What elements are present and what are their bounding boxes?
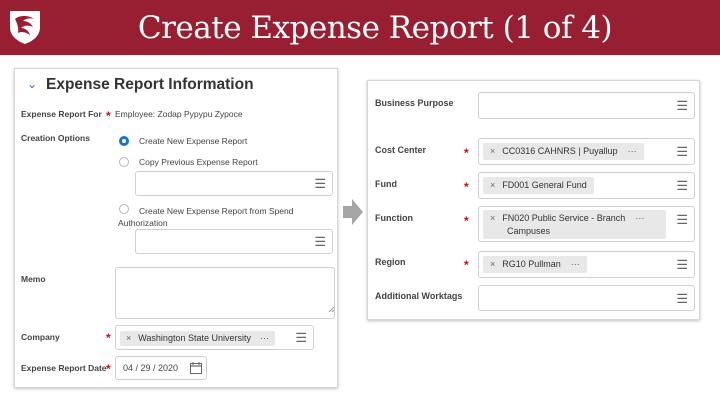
resize-handle-icon[interactable] <box>328 306 335 313</box>
company-input[interactable]: × Washington State University ··· ☰ <box>115 325 314 350</box>
fund-pill[interactable]: × FD001 General Fund <box>483 177 594 194</box>
required-icon: * <box>464 214 469 228</box>
fund-value: FD001 General Fund <box>502 180 587 190</box>
remove-icon[interactable]: × <box>490 146 495 156</box>
company-pill[interactable]: × Washington State University ··· <box>120 331 275 346</box>
section-title: Expense Report Information <box>46 76 254 93</box>
expense-report-for-label: Expense Report For <box>21 109 102 119</box>
prompt-menu-icon[interactable]: ☰ <box>314 177 326 190</box>
more-icon[interactable]: ··· <box>571 259 580 269</box>
more-icon[interactable]: ··· <box>635 213 644 223</box>
function-input[interactable]: × FN020 Public Service - Branch ··· Campus… <box>478 206 695 242</box>
memo-textarea[interactable] <box>115 267 335 319</box>
function-pill[interactable]: × FN020 Public Service - Branch ··· Campus… <box>483 210 666 239</box>
function-label: Function <box>375 213 413 223</box>
radio-create-new[interactable] <box>119 136 129 146</box>
copy-previous-input[interactable]: ☰ <box>135 171 333 196</box>
prompt-menu-icon[interactable]: ☰ <box>314 235 326 248</box>
function-value-line1: FN020 Public Service - Branch <box>502 213 626 223</box>
company-label: Company <box>21 332 60 342</box>
expense-report-date-value: 04 / 29 / 2020 <box>123 363 179 373</box>
creation-options-label: Creation Options <box>21 133 90 143</box>
region-label: Region <box>375 257 406 267</box>
radio-create-new-label: Create New Expense Report <box>139 136 248 146</box>
chevron-down-icon[interactable]: ⌄ <box>27 77 37 91</box>
region-pill[interactable]: × RG10 Pullman ··· <box>483 256 587 273</box>
required-icon: * <box>106 362 111 376</box>
cost-center-input[interactable]: × CC0316 CAHNRS | Puyallup ··· ☰ <box>478 138 695 165</box>
required-icon: * <box>464 180 469 194</box>
required-icon: * <box>464 146 469 160</box>
remove-icon[interactable]: × <box>126 333 131 343</box>
fund-input[interactable]: × FD001 General Fund ☰ <box>478 172 695 199</box>
region-input[interactable]: × RG10 Pullman ··· ☰ <box>478 251 695 278</box>
prompt-menu-icon[interactable]: ☰ <box>295 331 307 344</box>
additional-worktags-input[interactable]: ☰ <box>478 285 695 311</box>
business-purpose-label: Business Purpose <box>375 98 454 108</box>
additional-worktags-label: Additional Worktags <box>375 291 463 301</box>
required-icon: * <box>464 258 469 272</box>
expense-report-date-input[interactable]: 04 / 29 / 2020 <box>115 356 207 380</box>
header-bar: Create Expense Report (1 of 4) <box>0 0 720 55</box>
prompt-menu-icon[interactable]: ☰ <box>676 145 688 158</box>
cost-center-pill[interactable]: × CC0316 CAHNRS | Puyallup ··· <box>483 143 644 160</box>
radio-copy-previous[interactable] <box>119 157 129 167</box>
more-icon[interactable]: ··· <box>260 333 269 343</box>
expense-report-date-label: Expense Report Date <box>21 363 107 373</box>
cost-center-value: CC0316 CAHNRS | Puyallup <box>502 146 618 156</box>
prompt-menu-icon[interactable]: ☰ <box>676 99 688 112</box>
radio-from-spend-authorization-label: Create New Expense Report from Spend Aut… <box>118 206 294 228</box>
radio-copy-previous-label: Copy Previous Expense Report <box>139 157 258 167</box>
prompt-menu-icon[interactable]: ☰ <box>676 213 688 226</box>
required-icon: * <box>106 331 111 345</box>
function-value-line2: Campuses <box>507 226 551 236</box>
expense-report-for-value: Employee: Zodap Pypypu Zypoce <box>115 109 243 119</box>
remove-icon[interactable]: × <box>490 213 495 223</box>
prompt-menu-icon[interactable]: ☰ <box>676 179 688 192</box>
remove-icon[interactable]: × <box>490 259 495 269</box>
fund-label: Fund <box>375 179 397 189</box>
business-purpose-input[interactable]: ☰ <box>478 92 695 119</box>
prompt-menu-icon[interactable]: ☰ <box>676 258 688 271</box>
page-title: Create Expense Report (1 of 4) <box>137 10 613 46</box>
memo-label: Memo <box>21 274 46 284</box>
required-icon: * <box>106 109 111 123</box>
region-value: RG10 Pullman <box>502 259 561 269</box>
calendar-icon[interactable] <box>190 362 202 374</box>
cost-center-label: Cost Center <box>375 145 427 155</box>
remove-icon[interactable]: × <box>490 180 495 190</box>
worktags-panel: Business Purpose ☰ Cost Center * × CC0316… <box>367 80 700 320</box>
arrow-right-icon <box>343 199 363 225</box>
company-value: Washington State University <box>138 333 251 343</box>
spend-authorization-input[interactable]: ☰ <box>135 229 333 254</box>
more-icon[interactable]: ··· <box>628 146 637 156</box>
expense-report-information-panel: ⌄ Expense Report Information Expense Rep… <box>14 68 338 388</box>
prompt-menu-icon[interactable]: ☰ <box>676 292 688 305</box>
